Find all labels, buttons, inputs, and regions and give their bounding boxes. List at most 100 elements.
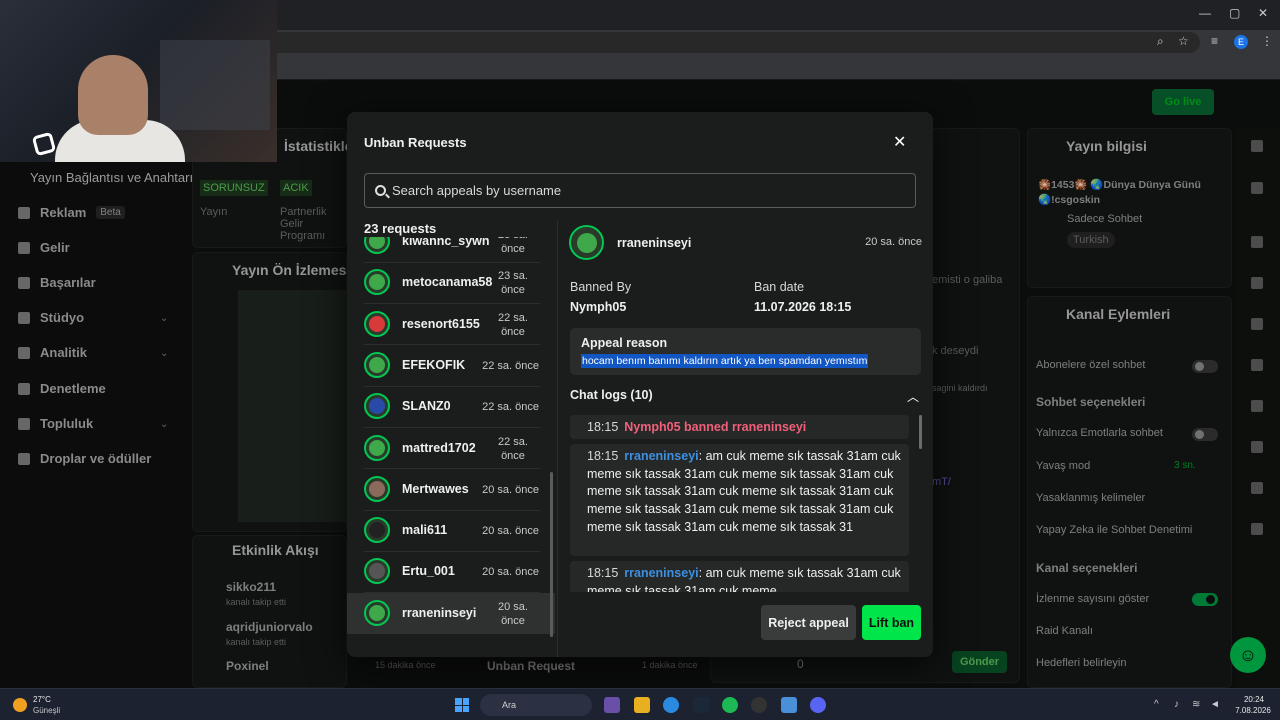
log-entry: 18:15 Nymph05 banned rraneninseyi (570, 415, 909, 439)
microphone-icon[interactable]: ♪ (1174, 699, 1179, 710)
avatar (364, 237, 390, 254)
zoom-icon[interactable]: ⌕ (1157, 34, 1164, 49)
media-control-icon[interactable]: ≡ (1211, 34, 1218, 48)
search-field[interactable] (364, 173, 916, 208)
browser-menu-icon[interactable]: ⋮ (1261, 34, 1273, 48)
close-icon[interactable]: ✕ (893, 132, 906, 152)
request-list: kiwannc_sywn 23 sa. önce metocanama58 23 sa… (347, 237, 557, 640)
avatar (364, 269, 390, 296)
reject-appeal-button[interactable]: Reject appeal (761, 605, 856, 640)
minimize-button[interactable]: — (1199, 6, 1211, 20)
profile-avatar[interactable]: E (1234, 35, 1248, 49)
request-time: 20 sa. önce (482, 566, 539, 579)
avatar (364, 599, 390, 626)
discord-icon[interactable] (810, 697, 826, 713)
windows-taskbar: 27°C Güneşli Ara ^ ♪ ≋ ◄ 20:24 7.08.2026 (0, 688, 1280, 720)
weather-status[interactable]: Güneşli (33, 706, 60, 715)
request-time: 22 sa. önce (498, 311, 528, 338)
ban-date-label: Ban date (754, 280, 805, 294)
log-time: 18:15 (587, 449, 619, 463)
avatar (364, 310, 390, 337)
avatar (569, 225, 604, 260)
request-username: metocanama58 (402, 275, 493, 290)
chat-log-list: 18:15 Nymph05 banned rraneninseyi 18:15 rr… (570, 415, 921, 592)
appeal-reason-box: Appeal reason hocam benım banımı kaldırı… (570, 328, 921, 375)
avatar (364, 558, 390, 585)
request-list-item[interactable]: Mertwawes 20 sa. önce (347, 469, 555, 510)
taskview-icon[interactable] (604, 697, 620, 713)
appeal-reason-text: hocam benım banımı kaldırın artık ya ben… (581, 354, 869, 368)
request-list-item[interactable]: resenort6155 22 sa. önce (347, 304, 555, 345)
volume-icon[interactable]: ◄ (1210, 699, 1220, 710)
weather-temp[interactable]: 27°C (33, 695, 51, 704)
log-user[interactable]: rraneninseyi (624, 449, 698, 463)
webcam-overlay (0, 0, 277, 162)
search-icon (375, 185, 386, 196)
request-count: 23 requests (364, 221, 437, 236)
request-time: 22 sa. önce (498, 435, 528, 462)
request-username: Mertwawes (402, 481, 469, 496)
request-username: EFEKOFIK (402, 357, 466, 372)
request-list-item[interactable]: Ertu_001 20 sa. önce (347, 551, 555, 592)
spotify-icon[interactable] (722, 697, 738, 713)
pane-divider (557, 220, 558, 657)
ban-date-value: 11.07.2026 18:15 (754, 300, 852, 314)
search-input[interactable] (392, 183, 892, 198)
wifi-icon[interactable]: ≋ (1192, 699, 1200, 710)
webcam-person-head (78, 55, 148, 135)
log-entry: 18:15 rraneninseyi: am cuk meme sık tassa… (570, 561, 909, 592)
request-list-item[interactable]: mali611 20 sa. önce (347, 510, 555, 551)
avatar (364, 475, 390, 502)
banned-by-label: Banned By (570, 280, 632, 294)
address-bar[interactable] (160, 32, 1200, 53)
clock-date[interactable]: 7.08.2026 (1228, 706, 1278, 715)
request-list-item[interactable]: SLANZ0 22 sa. önce (347, 386, 555, 427)
request-username: kiwannc_sywn (402, 237, 490, 248)
log-time: 18:15 (587, 566, 619, 580)
lift-ban-button[interactable]: Lift ban (862, 605, 921, 640)
log-user[interactable]: rraneninseyi (624, 566, 698, 580)
avatar (364, 393, 390, 420)
request-list-item[interactable]: rraneninseyi 20 sa. önce (347, 592, 555, 634)
avatar (364, 351, 390, 378)
request-username: resenort6155 (402, 316, 480, 331)
windows-start-icon[interactable] (455, 698, 469, 712)
file-explorer-icon[interactable] (634, 697, 650, 713)
request-username: Ertu_001 (402, 564, 455, 579)
steam-icon[interactable] (693, 697, 709, 713)
sun-icon[interactable] (13, 698, 27, 712)
obs-icon[interactable] (751, 697, 767, 713)
maximize-button[interactable]: ▢ (1229, 6, 1240, 20)
app-icon[interactable] (781, 697, 797, 713)
request-time: 23 sa. önce (498, 237, 528, 255)
list-scrollbar[interactable] (550, 472, 553, 637)
unban-requests-modal: Unban Requests ✕ 23 requests kiwannc_syw… (347, 112, 933, 657)
request-time: 20 sa. önce (482, 483, 539, 496)
log-entry: 18:15 rraneninseyi: am cuk meme sık tassa… (570, 444, 909, 556)
chevron-up-icon[interactable]: ︿ (907, 388, 919, 405)
close-window-button[interactable]: ✕ (1258, 6, 1268, 20)
request-time: 20 sa. önce (498, 600, 528, 627)
request-username: SLANZ0 (402, 399, 451, 414)
kick-logo-icon (31, 131, 57, 157)
taskbar-search[interactable]: Ara (480, 694, 592, 716)
selected-username: rraneninseyi (617, 236, 692, 250)
request-time: 22 sa. önce (482, 359, 539, 372)
log-scrollbar[interactable] (919, 415, 922, 449)
request-list-item[interactable]: metocanama58 23 sa. önce (347, 262, 555, 303)
tray-chevron-icon[interactable]: ^ (1154, 699, 1159, 710)
request-time: 23 sa. önce (498, 270, 528, 297)
request-list-item[interactable]: mattred1702 22 sa. önce (347, 428, 555, 469)
chrome-icon[interactable] (663, 697, 679, 713)
request-list-item[interactable]: EFEKOFIK 22 sa. önce (347, 345, 555, 386)
request-username: rraneninseyi (402, 605, 477, 620)
avatar (364, 434, 390, 461)
chat-logs-toggle[interactable]: Chat logs (10) (570, 388, 653, 402)
bookmark-star-icon[interactable]: ☆ (1178, 34, 1189, 48)
request-time: 20 sa. önce (482, 525, 539, 538)
request-list-item[interactable]: kiwannc_sywn 23 sa. önce (347, 237, 555, 262)
webcam-background (160, 40, 270, 130)
selected-time: 20 sa. önce (865, 236, 922, 248)
log-time: 18:15 (587, 420, 619, 434)
clock-time[interactable]: 20:24 (1234, 695, 1274, 704)
